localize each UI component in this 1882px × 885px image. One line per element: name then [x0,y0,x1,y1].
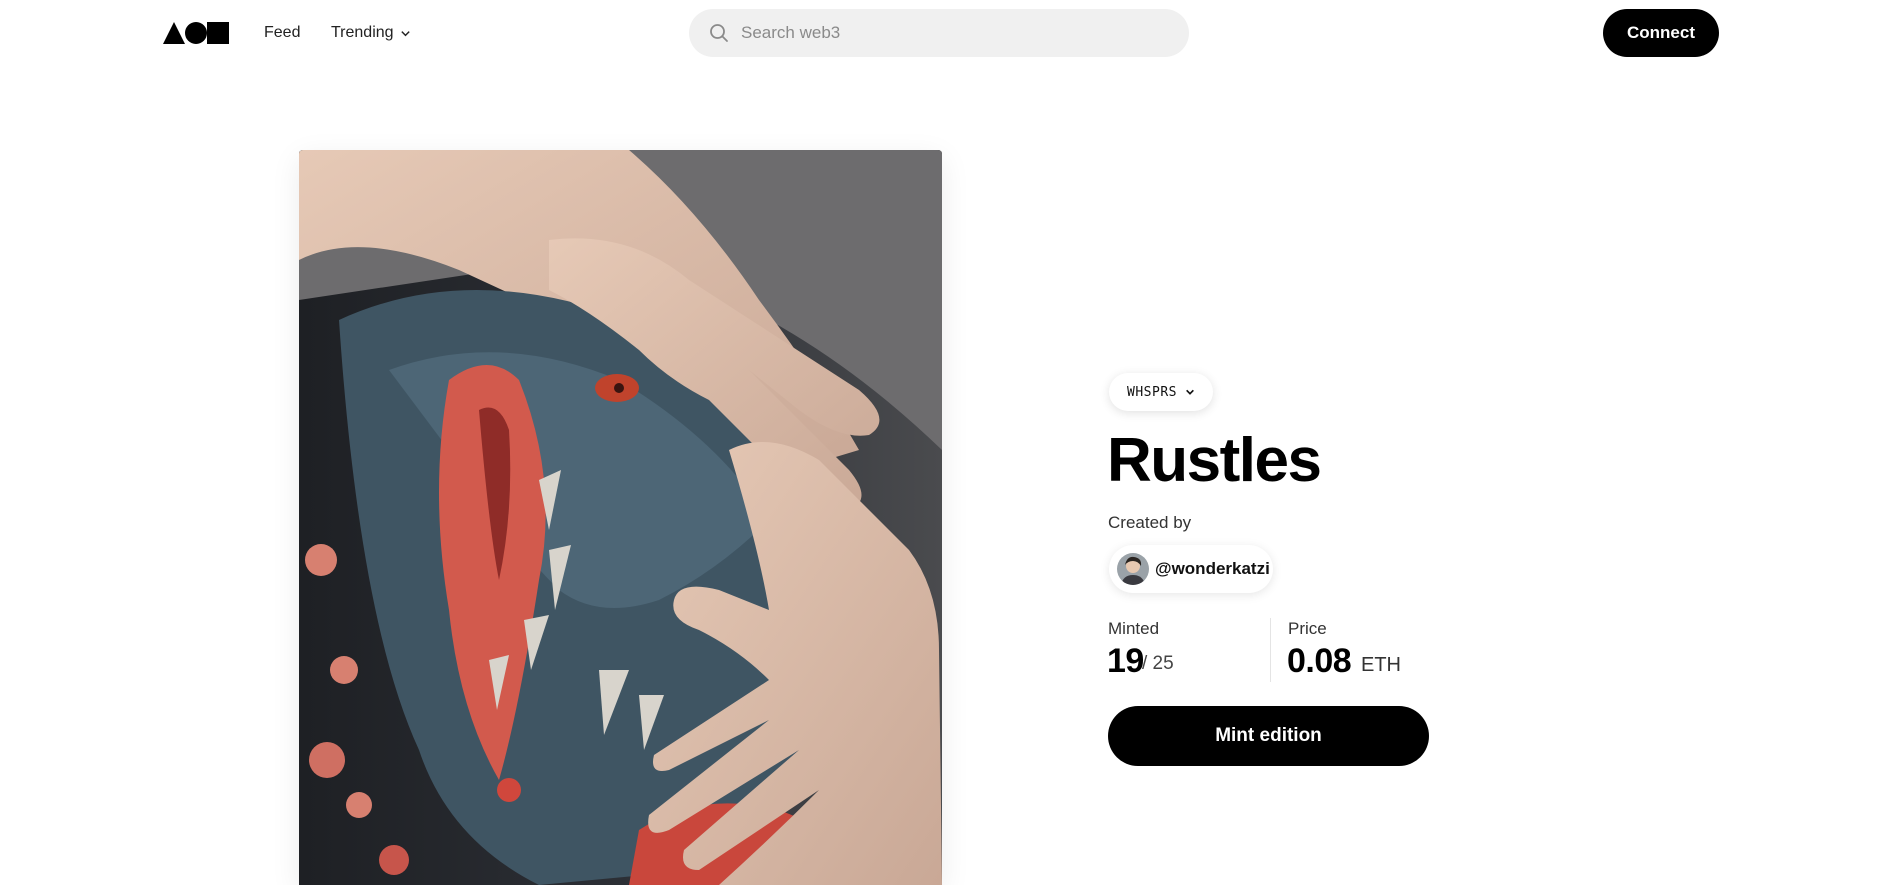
search-bar[interactable] [689,9,1189,57]
search-input[interactable] [739,22,1163,44]
minted-count: 19 [1107,642,1144,680]
nav-trending-dropdown[interactable]: Trending [331,22,411,44]
top-nav-bar: Feed Trending Connect [0,0,1882,66]
search-icon [710,24,728,42]
collection-dropdown[interactable]: WHSPRS [1109,373,1213,411]
collection-label: WHSPRS [1127,384,1177,400]
minted-total: / 25 [1142,653,1174,674]
connect-button[interactable]: Connect [1603,9,1719,57]
chevron-down-icon [400,30,410,36]
price-value: 0.08 [1287,642,1352,680]
nav-feed-link[interactable]: Feed [264,22,300,44]
created-by-label: Created by [1108,513,1192,532]
mint-edition-button[interactable]: Mint edition [1108,706,1429,766]
shapes-logo-icon[interactable] [163,22,229,44]
price-currency: ETH [1361,654,1401,676]
artwork-image[interactable] [299,150,942,885]
creator-chip[interactable]: @wonderkatzi [1109,545,1273,593]
artwork-illustration [299,150,942,885]
nav-trending-label: Trending [331,24,394,41]
minted-label: Minted [1108,619,1160,638]
chevron-down-icon [1186,389,1194,395]
price-label: Price [1288,619,1327,638]
avatar [1117,553,1149,585]
artwork-title: Rustles [1107,426,1322,495]
creator-handle: @wonderkatzi [1155,559,1270,578]
stats-divider [1270,618,1271,682]
